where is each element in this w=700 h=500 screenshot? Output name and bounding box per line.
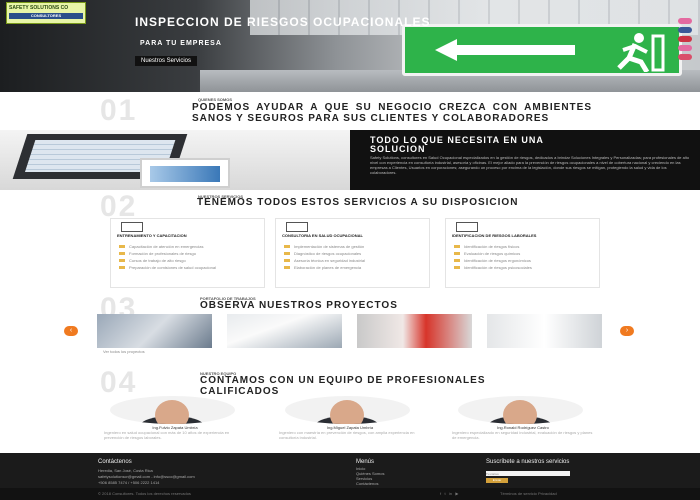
- service-item: Diagnóstico de riesgos ocupacionales: [284, 252, 424, 256]
- section-title: PODEMOS AYUDAR A QUE SU NEGOCIO CREZCA C…: [192, 102, 592, 124]
- team-member-card: Ing.Fulvio Zapata Umbría Ingeniero en sa…: [100, 396, 250, 446]
- avatar: [110, 396, 235, 424]
- service-card[interactable]: CONSULTORIA EN SALUD OCUPACIONAL Impleme…: [275, 218, 430, 288]
- address-text: Heredia, San José, Costa Rica: [98, 468, 153, 473]
- social-links: [678, 18, 694, 63]
- footer-social-icons[interactable]: f t in ▶: [440, 491, 458, 496]
- footer-menu-item[interactable]: Contáctenos: [356, 481, 378, 486]
- team-member-description: Ingeniero especializado en seguridad ind…: [452, 430, 593, 440]
- logo-tag: CONSULTORES: [9, 13, 83, 19]
- hero-banner: SAFETY SOLUTIONS CO CONSULTORES INSPECCI…: [0, 0, 700, 92]
- youtube-icon[interactable]: [678, 36, 692, 42]
- exit-sign-image: [402, 24, 682, 76]
- contact-heading: Contáctenos: [98, 459, 132, 465]
- project-thumbnail[interactable]: [97, 314, 212, 348]
- company-logo[interactable]: SAFETY SOLUTIONS CO CONSULTORES: [6, 2, 86, 24]
- laptop-image: [0, 130, 350, 190]
- service-item: Capacitación de atención en emergencias: [119, 245, 259, 249]
- phone-text[interactable]: +506 8585 7474 / +506 2222 1414: [98, 480, 159, 485]
- copyright-text: © 2018 Consultores. Todos los derechos r…: [98, 491, 191, 496]
- services-button[interactable]: Nuestros Servicios: [135, 56, 198, 66]
- service-list: Identificación de riesgos físicos Evalua…: [454, 245, 594, 273]
- section-title: CONTAMOS CON UN EQUIPO DE PROFESIONALES …: [200, 375, 486, 397]
- project-thumbnail[interactable]: [227, 314, 342, 348]
- service-item: Implementación de sistemas de gestión: [284, 245, 424, 249]
- service-item: Elaboración de planes de emergencia: [284, 266, 424, 270]
- project-thumbnail[interactable]: [357, 314, 472, 348]
- service-title: IDENTIFICACION DE RIESGOS LABORALES: [452, 233, 537, 238]
- carousel-prev-button[interactable]: ‹: [64, 326, 78, 336]
- email-text[interactable]: safetysolutionscr@gmail.com - info@ssco@…: [98, 474, 195, 479]
- solution-title: TODO LO QUE NECESITA EN UNA SOLUCION: [370, 135, 544, 154]
- subscribe-button[interactable]: Enviar: [486, 478, 508, 483]
- footer: Contáctenos Heredia, San José, Costa Ric…: [0, 453, 700, 500]
- service-title: ENTRENAMIENTO Y CAPACITACION: [117, 233, 187, 238]
- project-thumbnail[interactable]: [487, 314, 602, 348]
- service-item: Cursos de trabajo de alto riesgo: [119, 259, 259, 263]
- service-item: Identificación de riesgos psicosociales: [454, 266, 594, 270]
- service-item: Formación de profesionales de riesgo: [119, 252, 259, 256]
- service-item: Identificación de riesgos físicos: [454, 245, 594, 249]
- left-arrow-icon: [435, 39, 575, 61]
- team-member-description: Ingeniero en salud ocupacional con más d…: [104, 430, 230, 440]
- hero-subtitle: PARA TU EMPRESA: [140, 40, 222, 47]
- running-person-icon: [617, 33, 665, 72]
- service-list: Capacitación de atención en emergencias …: [119, 245, 259, 273]
- hero-title: INSPECCION DE RIESGOS OCUPACIONALES: [135, 15, 431, 29]
- avatar: [458, 396, 583, 424]
- team-member-description: Ingeniero con maestría en prevención de …: [279, 430, 415, 440]
- footer-bottom-bar: © 2018 Consultores. Todos los derechos r…: [0, 488, 700, 500]
- menu-heading: Menús: [356, 459, 375, 465]
- service-item: Asesoría técnica en seguridad industrial: [284, 259, 424, 263]
- subscribe-heading: Suscríbete a nuestros servicios: [486, 459, 570, 465]
- solution-text: Safety Solutions, consultores en Salud O…: [370, 155, 690, 175]
- pinterest-icon[interactable]: [678, 54, 692, 60]
- carousel-next-button[interactable]: ›: [620, 326, 634, 336]
- gears-icon: [121, 222, 143, 232]
- section-title: TENEMOS TODOS ESTOS SERVICIOS A SU DISPO…: [197, 197, 519, 208]
- bar-chart-icon: [456, 222, 478, 232]
- team-member-card: Ing.Miguel Zapata Umbría Ingeniero con m…: [275, 396, 425, 446]
- subscribe-email-input[interactable]: [486, 471, 570, 476]
- facebook-icon[interactable]: [678, 27, 692, 33]
- service-item: Evaluación de riesgos químicos: [454, 252, 594, 256]
- section-number: 04: [100, 366, 138, 399]
- instagram-icon[interactable]: [678, 18, 692, 24]
- service-title: CONSULTORIA EN SALUD OCUPACIONAL: [282, 233, 363, 238]
- tablet: [140, 158, 230, 188]
- monitor-icon: [286, 222, 308, 232]
- avatar: [285, 396, 410, 424]
- team-member-card: Ing.Ronald Rodríguez Castro Ingeniero es…: [448, 396, 598, 446]
- section-title: OBSERVA NUESTROS PROYECTOS: [200, 300, 398, 311]
- service-item: Preparación de comisiones de salud ocupa…: [119, 266, 259, 270]
- instagram-icon[interactable]: [678, 45, 692, 51]
- service-list: Implementación de sistemas de gestión Di…: [284, 245, 424, 273]
- logo-name: SAFETY SOLUTIONS CO: [9, 5, 69, 11]
- service-card[interactable]: ENTRENAMIENTO Y CAPACITACION Capacitació…: [110, 218, 265, 288]
- service-item: Identificación de riesgos ergonómicos: [454, 259, 594, 263]
- section-number: 01: [100, 94, 138, 127]
- legal-links[interactable]: Términos de servicio Privacidad: [500, 491, 557, 496]
- projects-link[interactable]: Ver todos los proyectos: [103, 349, 145, 354]
- service-card[interactable]: IDENTIFICACION DE RIESGOS LABORALES Iden…: [445, 218, 600, 288]
